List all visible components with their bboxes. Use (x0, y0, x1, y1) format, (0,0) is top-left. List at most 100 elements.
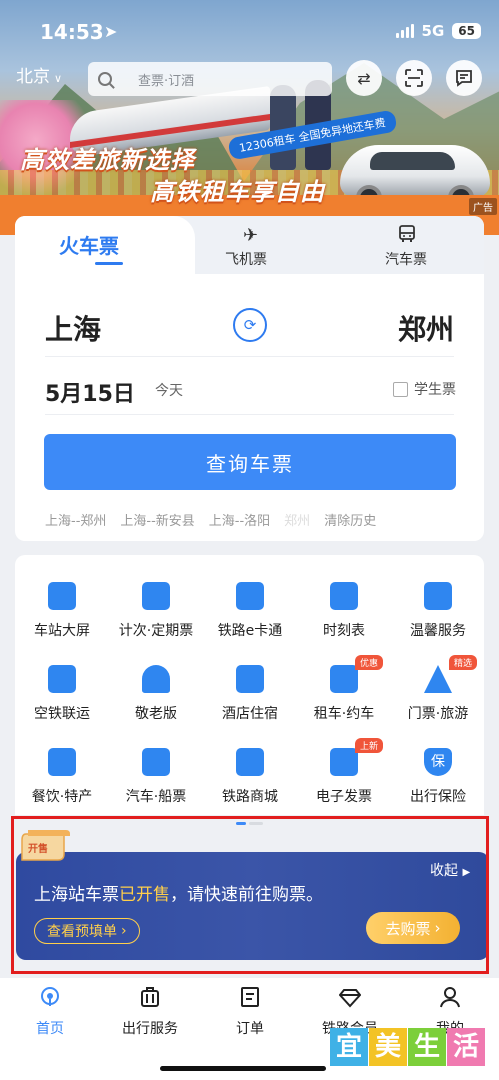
service-dining[interactable]: 餐饮·特产 (15, 748, 109, 806)
service-bus-ship[interactable]: 汽车·船票 (109, 748, 203, 806)
network-label: 5G (421, 22, 445, 40)
nav-home[interactable]: 首页 (0, 986, 100, 1038)
watermark-char: 生 (408, 1028, 446, 1066)
service-timetable[interactable]: 时刻表 (297, 582, 391, 640)
location-arrow-icon: ➤ (104, 22, 118, 41)
order-icon (241, 987, 259, 1007)
ticket-search-card: 火车票 ✈ 飞机票 汽车票 上海 ⟳ 郑州 5月15日 今天 学生票 查询车票 … (15, 216, 484, 541)
search-icon (98, 72, 112, 86)
bus-icon[interactable] (397, 224, 417, 244)
heart-icon (142, 665, 170, 693)
service-label: 汽车·船票 (125, 789, 187, 805)
scan-icon (405, 69, 423, 87)
student-checkbox[interactable] (393, 381, 408, 397)
divider (45, 414, 454, 415)
luggage-icon (141, 987, 159, 1007)
clear-history-button[interactable]: 清除历史 (324, 510, 376, 529)
service-label: 酒店住宿 (222, 706, 278, 722)
nav-home-label: 首页 (36, 1021, 64, 1037)
chevron-down-icon: ∨ (54, 72, 63, 85)
heart-box-icon (424, 582, 452, 610)
service-plane-train[interactable]: 空铁联运 (15, 665, 109, 723)
service-label: 空铁联运 (34, 706, 90, 722)
tab-train-label[interactable]: 火车票 (59, 230, 119, 259)
service-mountain[interactable]: 精选 门票·旅游 (391, 655, 485, 723)
history-item[interactable]: 上海--郑州 (45, 510, 106, 529)
timetable-icon (330, 582, 358, 610)
service-calendar[interactable]: 车站大屏 (15, 582, 109, 640)
travel-date[interactable]: 5月15日 (45, 376, 135, 408)
service-label: 铁路e卡通 (217, 623, 283, 639)
tab-bus-label[interactable]: 汽车票 (385, 249, 427, 269)
car-icon (330, 665, 358, 693)
service-label: 餐饮·特产 (31, 789, 93, 805)
swap-arrows-icon: ⇄ (357, 68, 371, 88)
switch-button[interactable]: ⇄ (346, 60, 382, 96)
user-icon (440, 987, 460, 1008)
student-label: 学生票 (414, 382, 456, 398)
service-store[interactable]: 铁路商城 (203, 748, 297, 806)
student-ticket-toggle[interactable]: 学生票 (393, 379, 456, 399)
city-selector[interactable]: 北京 ∨ (16, 62, 62, 87)
status-indicators: 5G 65 (395, 22, 481, 40)
nav-travel-services[interactable]: 出行服务 (100, 986, 200, 1038)
hotel-icon (236, 665, 264, 693)
message-icon (456, 70, 472, 87)
service-heart-box[interactable]: 温馨服务 (391, 582, 485, 640)
service-label: 出行保险 (410, 789, 466, 805)
service-heart[interactable]: 敬老版 (109, 665, 203, 723)
status-time: 14:53 (40, 20, 104, 44)
history-item[interactable]: 上海--洛阳 (209, 510, 270, 529)
message-button[interactable] (446, 60, 482, 96)
search-placeholder: 查票·订酒 (138, 73, 195, 89)
store-icon (236, 748, 264, 776)
history-item[interactable]: 郑州 (284, 510, 310, 529)
invoice-icon (330, 748, 358, 776)
history-item[interactable]: 上海--新安县 (120, 510, 194, 529)
home-icon (41, 987, 59, 1006)
swap-icon: ⟳ (243, 316, 257, 334)
service-label: 时刻表 (323, 623, 365, 639)
search-input[interactable]: 查票·订酒 (88, 62, 332, 96)
home-indicator (160, 1066, 326, 1071)
service-hotel[interactable]: 酒店住宿 (203, 665, 297, 723)
search-tickets-button[interactable]: 查询车票 (44, 434, 456, 490)
highlight-frame (11, 816, 489, 974)
ticket-card-icon (142, 582, 170, 610)
divider (45, 356, 454, 357)
service-label: 门票·旅游 (407, 706, 469, 722)
airplane-icon[interactable]: ✈ (243, 225, 258, 246)
mountain-icon (424, 665, 452, 693)
date-hint: 今天 (155, 383, 183, 399)
battery-icon: 65 (452, 23, 481, 39)
arrival-station[interactable]: 郑州 (398, 308, 454, 348)
plane-train-icon (48, 665, 76, 693)
swap-stations-button[interactable]: ⟳ (233, 308, 267, 342)
signal-icon (395, 24, 414, 38)
service-shield[interactable]: 保出行保险 (391, 748, 485, 806)
nav-orders[interactable]: 订单 (200, 986, 300, 1038)
city-label: 北京 (16, 67, 50, 87)
diamond-icon (338, 989, 362, 1008)
service-car[interactable]: 优惠 租车·约车 (297, 655, 391, 723)
scan-button[interactable] (396, 60, 432, 96)
nav-orders-label: 订单 (236, 1021, 264, 1037)
service-label: 电子发票 (316, 789, 372, 805)
banner-slogan-1: 高效差旅新选择 (20, 146, 195, 174)
watermark-char: 活 (447, 1028, 485, 1066)
service-ecard[interactable]: 铁路e卡通 (203, 582, 297, 640)
watermark-char: 宜 (330, 1028, 368, 1066)
tab-flight-label[interactable]: 飞机票 (225, 249, 267, 269)
active-tab-indicator (95, 262, 123, 265)
service-label: 计次·定期票 (118, 623, 194, 639)
service-ticket-card[interactable]: 计次·定期票 (109, 582, 203, 640)
service-badge: 优惠 (355, 655, 384, 670)
banner-slogan-2: 高铁租车享自由 (150, 178, 325, 206)
departure-station[interactable]: 上海 (45, 308, 101, 348)
service-label: 敬老版 (135, 706, 177, 722)
service-label: 铁路商城 (222, 789, 278, 805)
watermark-char: 美 (369, 1028, 407, 1066)
calendar-icon (48, 582, 76, 610)
search-history: 上海--郑州 上海--新安县 上海--洛阳 郑州 清除历史 (45, 510, 376, 529)
service-invoice[interactable]: 上新 电子发票 (297, 738, 391, 806)
